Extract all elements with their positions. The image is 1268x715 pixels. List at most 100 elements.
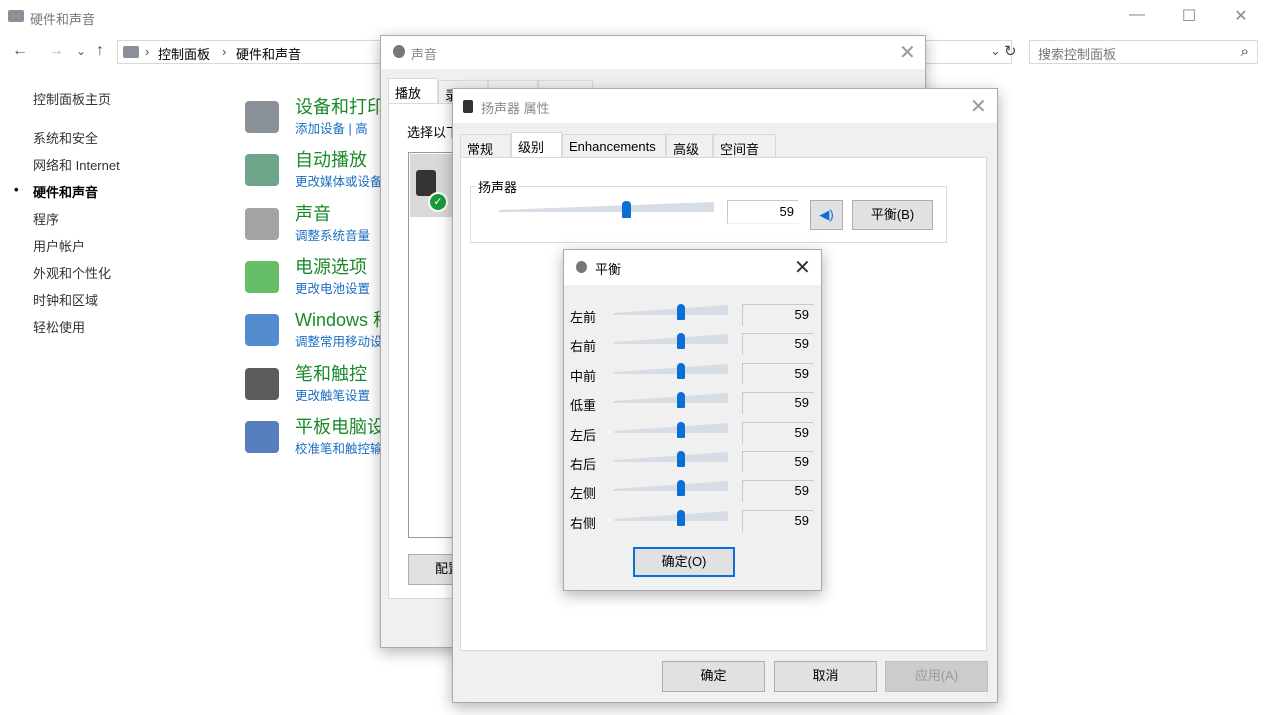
channel-value[interactable]: 59 bbox=[742, 304, 814, 326]
category-link[interactable]: 调整常用移动设 bbox=[295, 331, 383, 350]
channel-slider-track[interactable] bbox=[614, 305, 728, 315]
category-title[interactable]: 自动播放 bbox=[295, 146, 367, 172]
speaker-icon[interactable] bbox=[245, 207, 279, 240]
master-volume-track[interactable] bbox=[499, 202, 714, 212]
breadcrumb-hardware-sound[interactable]: 硬件和声音 bbox=[236, 44, 301, 63]
category-title[interactable]: 电源选项 bbox=[295, 253, 367, 279]
channel-label: 左后 bbox=[570, 427, 597, 443]
channel-value[interactable]: 59 bbox=[742, 362, 814, 385]
search-placeholder: 搜索控制面板 bbox=[1038, 47, 1117, 62]
sidebar-item[interactable]: 时钟和区域 bbox=[33, 290, 98, 309]
channel-label: 左前 bbox=[570, 310, 597, 325]
channel-slider-track[interactable] bbox=[614, 452, 728, 462]
channel-slider-track[interactable] bbox=[614, 363, 728, 374]
category-link[interactable]: 添加设备 | 高 bbox=[295, 118, 368, 137]
category-link[interactable]: 调整系统音量 bbox=[295, 225, 370, 244]
category-link[interactable]: 校准笔和触控输 bbox=[295, 438, 383, 457]
sidebar-item[interactable]: 轻松使用 bbox=[33, 317, 85, 336]
channel-slider-thumb[interactable] bbox=[677, 392, 685, 409]
channel-value[interactable]: 59 bbox=[742, 333, 814, 356]
tab-spatial-sound[interactable]: 空间音效 bbox=[713, 134, 776, 176]
printer-icon[interactable] bbox=[245, 101, 279, 133]
tab-advanced[interactable]: 高级 bbox=[666, 134, 713, 157]
channel-value[interactable]: 59 bbox=[742, 509, 814, 532]
autoplay-icon[interactable] bbox=[245, 154, 279, 187]
sidebar-item[interactable]: 用户帐户 bbox=[33, 236, 85, 255]
close-icon[interactable]: ✕ bbox=[899, 40, 916, 65]
category-link[interactable]: 更改电池设置 bbox=[295, 278, 370, 297]
channel-slider-thumb[interactable] bbox=[677, 480, 685, 497]
sidebar-item[interactable]: 系统和安全 bbox=[33, 128, 98, 147]
address-dropdown-icon[interactable]: ⌄ bbox=[990, 43, 1001, 59]
maximize-button[interactable]: ☐ bbox=[1174, 6, 1204, 28]
apply-button[interactable]: 应用(A) bbox=[885, 661, 988, 692]
balance-ok-button[interactable]: 确定(O) bbox=[633, 547, 735, 577]
sidebar-item[interactable]: 程序 bbox=[33, 209, 59, 228]
master-volume-value[interactable]: 59 bbox=[727, 200, 799, 224]
tab-playback[interactable]: 播放 bbox=[388, 78, 438, 103]
tab-enhancements[interactable]: Enhancements bbox=[562, 134, 666, 157]
recent-locations-button[interactable]: ⌄ bbox=[76, 44, 86, 58]
category-link[interactable]: 更改触笔设置 bbox=[295, 385, 370, 404]
tab-general[interactable]: 常规 bbox=[460, 134, 511, 157]
default-check-icon: ✓ bbox=[428, 192, 448, 212]
up-button[interactable]: ↑ bbox=[96, 42, 104, 60]
channel-slider-thumb[interactable] bbox=[677, 333, 685, 350]
search-icon: ⌕ bbox=[1240, 43, 1249, 60]
master-volume-thumb[interactable] bbox=[622, 201, 631, 218]
address-icon bbox=[123, 46, 139, 58]
minimize-button[interactable]: — bbox=[1122, 6, 1152, 28]
device-item-speakers[interactable]: ✓ bbox=[410, 154, 457, 217]
hardware-sound-icon bbox=[8, 10, 24, 22]
speaker-properties-titlebar[interactable]: 扬声器 属性 ✕ bbox=[453, 89, 997, 123]
channel-value[interactable]: 59 bbox=[742, 392, 814, 415]
tablet-icon[interactable] bbox=[245, 420, 279, 453]
refresh-button[interactable]: ↻ bbox=[1004, 42, 1017, 60]
category-title[interactable]: 设备和打印 bbox=[295, 93, 385, 119]
breadcrumb-control-panel[interactable]: 控制面板 bbox=[158, 44, 210, 63]
channel-value[interactable]: 59 bbox=[742, 421, 814, 444]
channel-slider-thumb[interactable] bbox=[677, 509, 685, 526]
back-button[interactable]: ← bbox=[12, 42, 28, 60]
sidebar-item[interactable]: 外观和个性化 bbox=[33, 263, 111, 282]
channel-slider-track[interactable] bbox=[614, 510, 728, 521]
balance-button[interactable]: 平衡(B) bbox=[852, 200, 933, 230]
category-link[interactable]: 更改媒体或设备 bbox=[295, 171, 383, 190]
sidebar-item[interactable]: 硬件和声音 bbox=[33, 182, 98, 201]
sidebar-home-link[interactable]: 控制面板主页 bbox=[33, 89, 111, 108]
channel-slider-track[interactable] bbox=[614, 422, 728, 433]
category-title[interactable]: Windows 移 bbox=[295, 306, 391, 332]
search-input[interactable]: 搜索控制面板 ⌕ bbox=[1029, 40, 1258, 64]
mute-button[interactable]: ◀) bbox=[810, 200, 843, 230]
cancel-button[interactable]: 取消 bbox=[774, 661, 877, 692]
battery-icon[interactable] bbox=[245, 260, 279, 293]
breadcrumb-separator: › bbox=[222, 44, 227, 59]
category-title[interactable]: 笔和触控 bbox=[295, 360, 367, 386]
sound-dialog-title: 声音 bbox=[411, 47, 438, 62]
channel-label: 左侧 bbox=[570, 486, 597, 502]
channel-slider-track[interactable] bbox=[614, 481, 728, 492]
channel-slider-thumb[interactable] bbox=[677, 304, 685, 320]
close-icon[interactable]: ✕ bbox=[970, 94, 987, 119]
category-title[interactable]: 声音 bbox=[295, 200, 331, 226]
channel-value[interactable]: 59 bbox=[742, 451, 814, 473]
tab-levels[interactable]: 级别 bbox=[511, 132, 562, 157]
channel-slider-thumb[interactable] bbox=[677, 451, 685, 467]
channel-value[interactable]: 59 bbox=[742, 480, 814, 503]
close-icon[interactable]: ✕ bbox=[794, 255, 811, 280]
pen-icon[interactable] bbox=[245, 367, 279, 400]
forward-button[interactable]: → bbox=[48, 42, 64, 60]
close-button[interactable]: ✕ bbox=[1226, 6, 1256, 28]
channel-slider-track[interactable] bbox=[614, 334, 728, 345]
balance-titlebar[interactable]: 平衡 ✕ bbox=[564, 250, 821, 285]
active-bullet: • bbox=[14, 182, 19, 197]
sidebar-item[interactable]: 网络和 Internet bbox=[33, 155, 120, 174]
sound-dialog-titlebar[interactable]: 声音 ✕ bbox=[381, 36, 925, 69]
mobility-icon[interactable] bbox=[245, 314, 279, 347]
channel-slider-track[interactable] bbox=[614, 393, 728, 404]
ok-button[interactable]: 确定 bbox=[662, 661, 765, 692]
channel-slider-thumb[interactable] bbox=[677, 362, 685, 379]
speaker-icon bbox=[576, 261, 587, 273]
channel-slider-thumb[interactable] bbox=[677, 421, 685, 438]
category-title[interactable]: 平板电脑设 bbox=[295, 413, 385, 439]
